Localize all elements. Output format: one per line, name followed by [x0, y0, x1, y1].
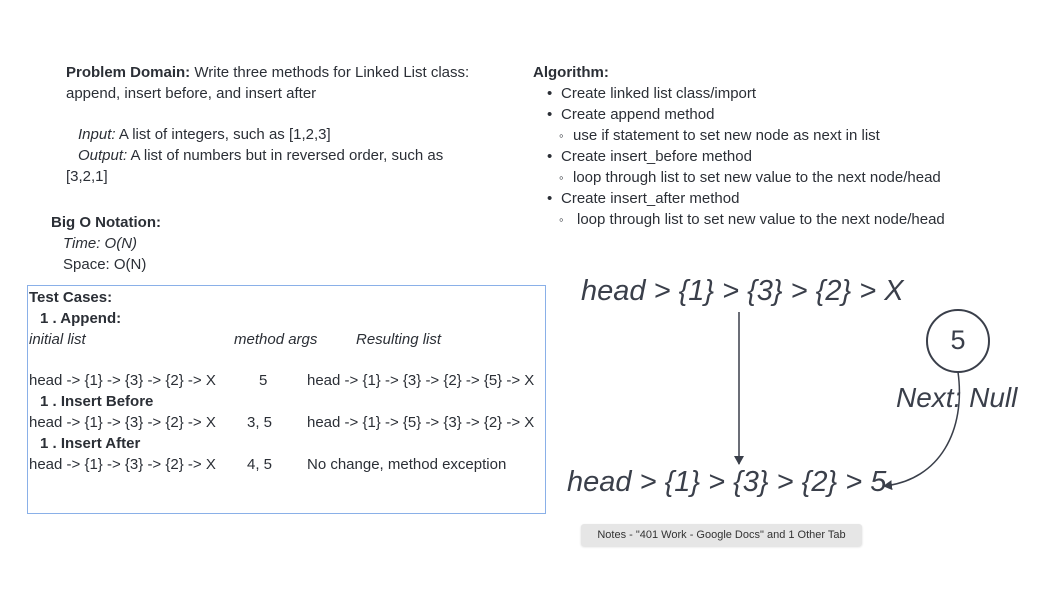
tab-tooltip: Notes - "401 Work - Google Docs" and 1 O… — [581, 524, 862, 546]
next-null-label: Next: Null — [896, 382, 1018, 413]
new-node-value: 5 — [950, 325, 966, 355]
diagram-connectors — [734, 309, 990, 491]
